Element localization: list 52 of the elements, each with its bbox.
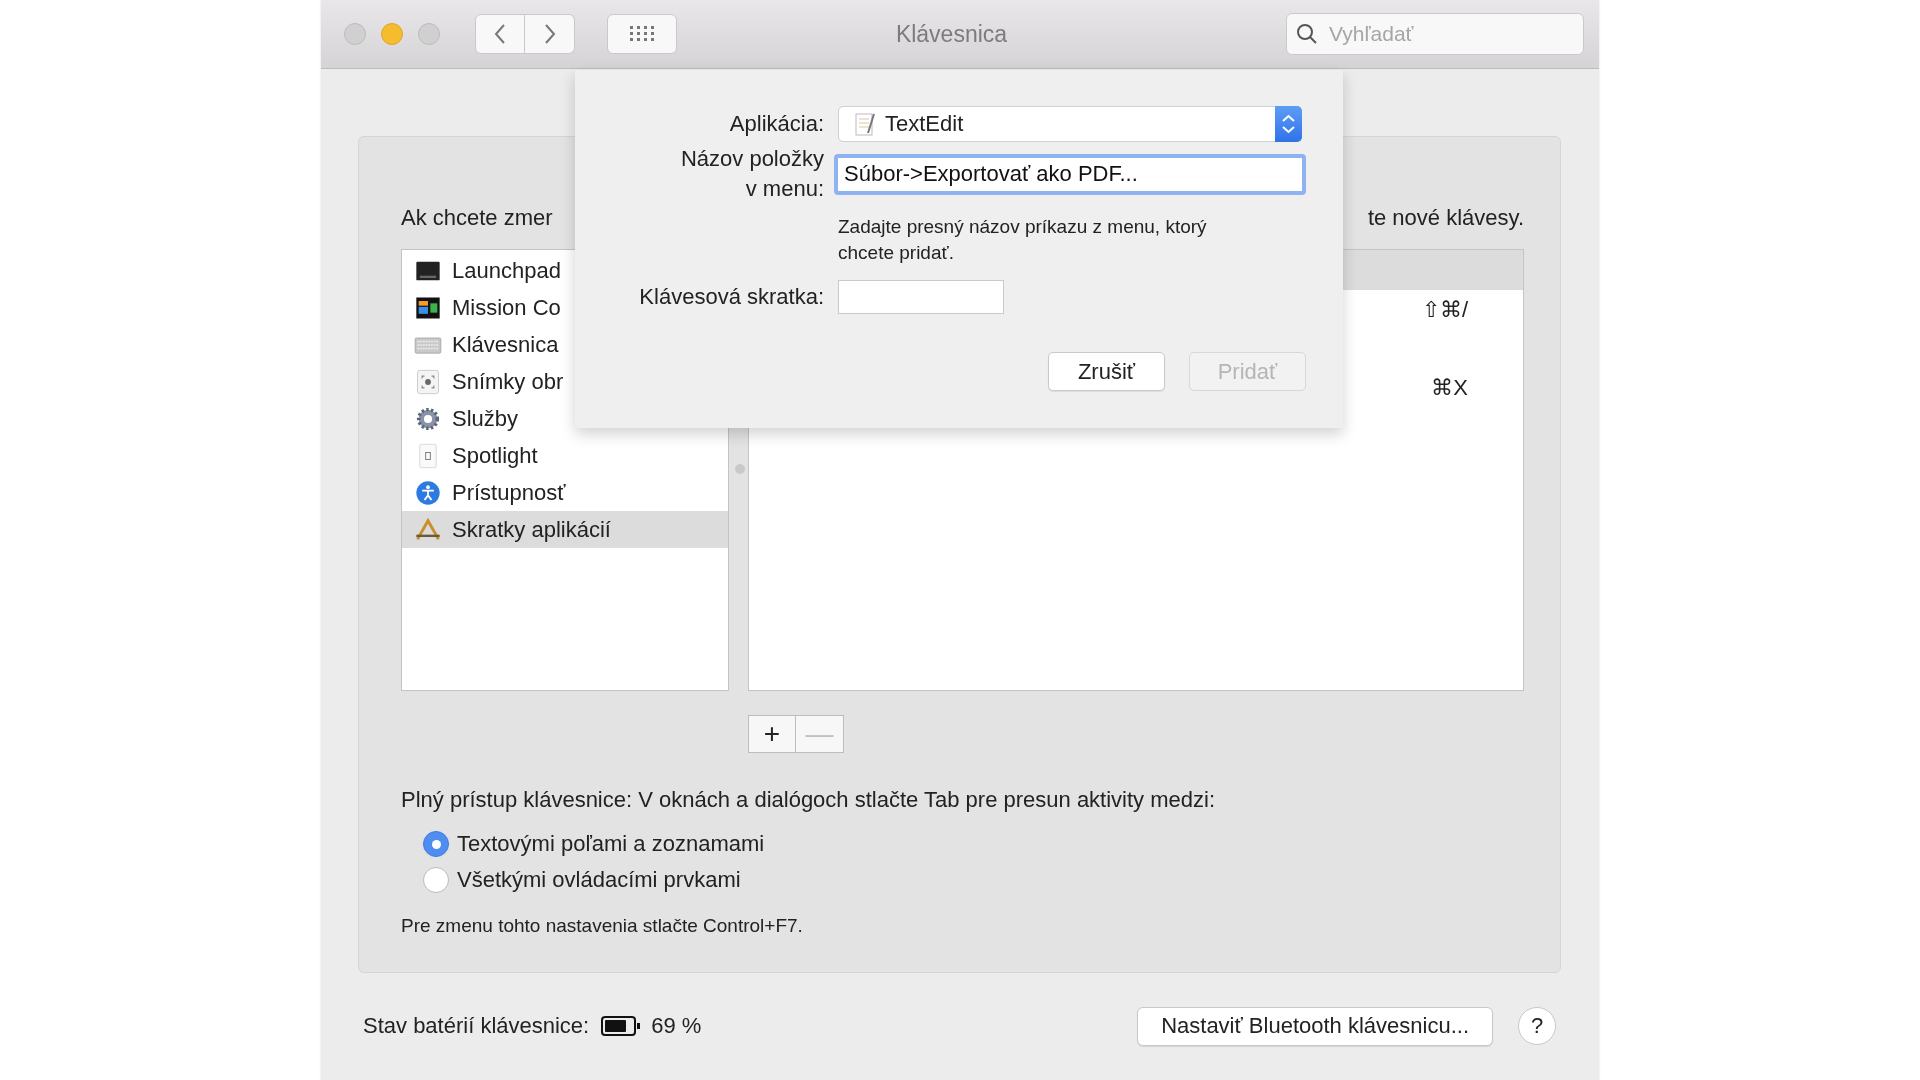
bluetooth-setup-button[interactable]: Nastaviť Bluetooth klávesnicu... [1137,1006,1493,1046]
shortcut-keys: ⇧⌘/ [1421,290,1468,329]
help-button[interactable]: ? [1518,1007,1556,1045]
hint-text: Zadajte presný názov príkazu z menu, ktorý chcete pridať. [838,215,1208,265]
grid-icon [629,25,655,43]
category-label: Skratky aplikácií [452,516,611,543]
window-title: Klávesnica [894,20,1009,48]
full-access-label: Plný prístup klávesnice: V oknách a dialógoch stlačte Tab pre presun aktivity medzi: [401,787,1217,813]
hint-text: Pre zmenu tohto nastavenia stlačte Control+F7. [401,915,804,937]
category-item[interactable]: Spotlight [402,437,728,474]
radio-label[interactable]: Textovými poľami a zoznamami [457,831,765,857]
shortcut-label: Klávesová skratka: [638,284,825,310]
menu-title-field[interactable]: Súbor->Exportovať ako PDF... [834,153,1306,195]
instruction-text: te nové klávesy. [1367,205,1524,232]
search-icon [1296,23,1318,45]
dialog-button[interactable]: Zrušiť [1048,352,1165,391]
radio-label[interactable]: Všetkými ovládacími prvkami [457,867,741,893]
application-popup[interactable]: TextEdit [838,106,1302,142]
application-label: Aplikácia: [728,111,825,137]
accessibility-icon [414,478,442,507]
category-label: Spotlight [452,442,538,469]
zoom-button[interactable] [418,23,440,45]
chevron-right-icon [542,23,557,45]
battery-label: Stav batérií klávesnice: [363,1013,590,1039]
category-label: Launchpad [452,257,561,284]
menu-title-label: Názov položky v menu: [679,145,824,203]
shortcut-keys: ⌘X [1431,368,1468,407]
back-button[interactable] [475,14,525,54]
forward-button[interactable] [525,14,575,54]
splitter-handle[interactable] [735,464,745,474]
battery-icon [601,1015,642,1037]
close-button[interactable] [344,23,366,45]
stepper-button[interactable] [1275,106,1302,142]
category-label: Služby [452,405,519,432]
add-button[interactable]: + [748,715,796,753]
category-label: Mission Co [452,294,561,321]
search-field[interactable]: Vyhľadať [1286,13,1584,55]
category-label: Klávesnica [452,331,559,358]
category-item[interactable]: Skratky aplikácií [402,511,728,548]
notepad-icon [853,111,877,137]
category-label: Snímky obr [452,368,564,395]
battery-percent: 69 % [651,1013,702,1039]
screenshot-icon [414,367,442,396]
radio-button[interactable] [423,831,449,857]
minimize-button[interactable] [381,23,403,45]
instruction-text: Ak chcete zmer [401,205,553,232]
shortcut-field[interactable] [838,280,1004,314]
category-item[interactable]: Prístupnosť [402,474,728,511]
category-label: Prístupnosť [452,479,566,506]
chevron-left-icon [493,23,507,45]
show-all-button[interactable] [607,14,677,54]
radio-button[interactable] [423,867,449,893]
